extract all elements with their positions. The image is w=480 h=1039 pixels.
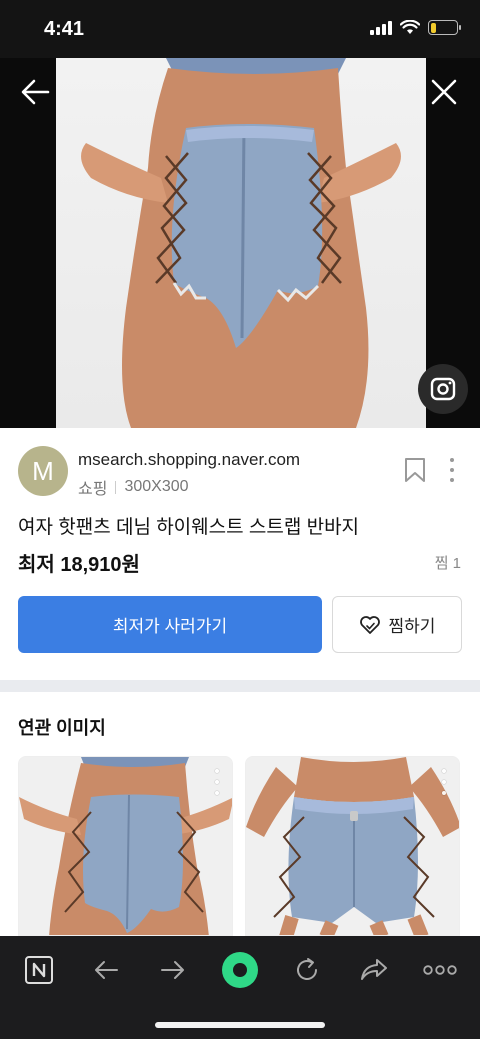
source-domain[interactable]: msearch.shopping.naver.com xyxy=(78,450,300,470)
related-image-1[interactable] xyxy=(18,756,233,936)
back-arrow-icon xyxy=(95,961,118,979)
image-size: 300X300 xyxy=(124,478,189,495)
wish-count: 찜 1 xyxy=(434,555,461,572)
status-time: 4:41 xyxy=(44,18,85,40)
image-viewer xyxy=(0,58,480,428)
naver-home-icon xyxy=(25,956,53,984)
wifi-icon xyxy=(400,20,420,34)
close-button[interactable] xyxy=(426,74,462,110)
image-info-panel: M msearch.shopping.naver.com 쇼핑 300X300 … xyxy=(0,428,480,680)
wish-button[interactable]: 찜하기 xyxy=(332,596,462,653)
more-horizontal-icon xyxy=(423,965,457,975)
lens-search-icon xyxy=(430,377,456,401)
browser-forward-button[interactable] xyxy=(151,948,195,992)
arrow-left-icon xyxy=(21,79,50,105)
related-images-title: 연관 이미지 xyxy=(18,718,106,738)
status-icons xyxy=(370,20,461,35)
source-avatar: M xyxy=(18,446,68,496)
lens-search-button[interactable] xyxy=(418,364,468,414)
naver-home-button[interactable] xyxy=(17,948,61,992)
heart-icon xyxy=(359,615,380,634)
refresh-icon xyxy=(297,958,317,980)
product-title[interactable]: 여자 핫팬츠 데님 하이웨스트 스트랩 반바지 xyxy=(18,512,359,539)
source-meta: 쇼핑 300X300 xyxy=(78,475,189,499)
bookmark-icon xyxy=(405,458,425,482)
battery-icon xyxy=(428,20,461,35)
buy-lowest-price-button[interactable]: 최저가 사러가기 xyxy=(18,596,322,653)
status-bar: 4:41 xyxy=(0,0,480,58)
green-dot-button[interactable] xyxy=(218,948,262,992)
source-category: 쇼핑 xyxy=(78,481,108,498)
product-photo[interactable] xyxy=(56,58,426,428)
browser-back-button[interactable] xyxy=(84,948,128,992)
more-menu-button[interactable] xyxy=(418,948,462,992)
related-image-2[interactable] xyxy=(245,756,460,936)
signal-icon xyxy=(370,20,392,35)
section-divider xyxy=(0,680,480,692)
home-indicator[interactable] xyxy=(155,1022,325,1028)
more-vertical-icon[interactable] xyxy=(439,769,449,795)
back-button[interactable] xyxy=(18,74,54,110)
green-dot-icon xyxy=(222,952,258,988)
forward-arrow-icon xyxy=(161,961,184,979)
meta-divider xyxy=(115,480,117,494)
share-icon xyxy=(361,959,387,980)
browser-toolbar xyxy=(0,936,480,1039)
more-vertical-icon xyxy=(450,458,454,462)
wish-button-label: 찜하기 xyxy=(388,617,436,636)
related-images-section: 연관 이미지 xyxy=(0,692,480,936)
share-button[interactable] xyxy=(352,948,396,992)
close-icon xyxy=(431,79,457,105)
bookmark-button[interactable] xyxy=(402,456,428,484)
refresh-button[interactable] xyxy=(285,948,329,992)
more-options-button[interactable] xyxy=(444,456,460,484)
more-vertical-icon[interactable] xyxy=(212,769,222,795)
product-price: 최저 18,910원 xyxy=(18,554,140,576)
